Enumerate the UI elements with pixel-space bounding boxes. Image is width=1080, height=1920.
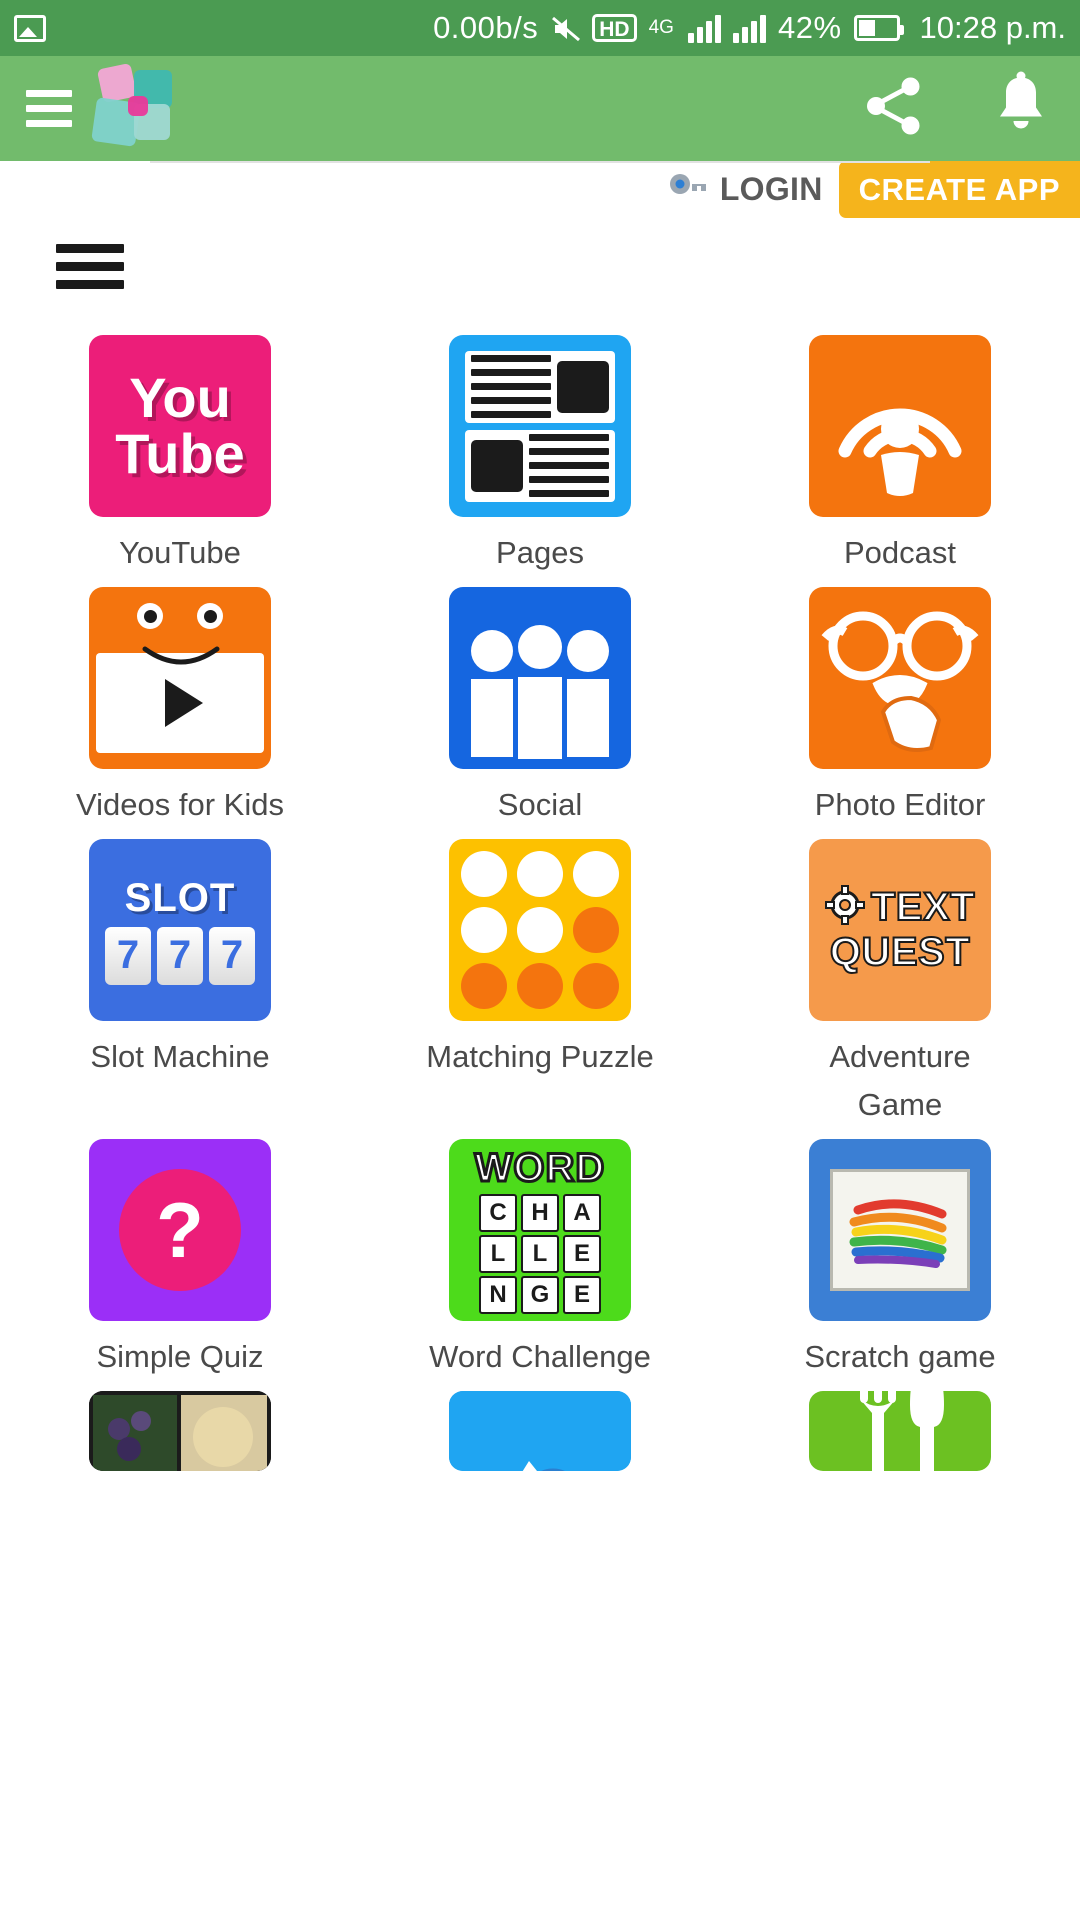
signal-icon-2 (732, 13, 766, 43)
matching-puzzle-tile-icon[interactable] (449, 839, 631, 1021)
letter-row-1: CHA (479, 1194, 601, 1232)
app-logo (91, 62, 190, 152)
youtube-tile-icon[interactable]: You Tube (89, 335, 271, 517)
app-bar (0, 56, 1080, 161)
scratch-canvas (830, 1169, 970, 1291)
grid-item-photo-editor[interactable]: Photo Editor (720, 587, 1080, 829)
grid-item-youtube[interactable]: You Tube YouTube (0, 335, 360, 577)
page-card-top (465, 350, 615, 423)
clock: 10:28 p.m. (919, 10, 1066, 45)
app-grid: You Tube YouTube Pages Podcast Videos fo… (0, 335, 1080, 1471)
grid-item-restaurant[interactable] (720, 1391, 1080, 1471)
grid-item-matching-puzzle[interactable]: Matching Puzzle (360, 839, 720, 1129)
word-title: WORD (473, 1145, 606, 1192)
create-app-button[interactable]: CREATE APP (838, 161, 1080, 218)
podcast-tile-icon[interactable] (809, 335, 991, 517)
grid-item-videos-for-kids[interactable]: Videos for Kids (0, 587, 360, 829)
share-icon[interactable] (858, 70, 930, 147)
status-bar-right: 0.00b/s HD 4G 42% 10:28 p.m. (433, 10, 1066, 46)
page-card-bottom (465, 429, 615, 502)
pages-tile-icon[interactable] (449, 335, 631, 517)
grid-item-social[interactable]: Social (360, 587, 720, 829)
network-speed: 0.00b/s (433, 10, 539, 45)
food-photos-tile-icon[interactable] (89, 1391, 271, 1471)
blue-camera-tile-icon[interactable] (449, 1391, 631, 1471)
status-bar-left (14, 14, 46, 42)
quest-word-1: TEXT (870, 884, 976, 930)
slot-machine-tile-icon[interactable]: SLOT 7 7 7 (89, 839, 271, 1021)
text-quest-tile-icon[interactable]: TEXT QUEST (809, 839, 991, 1021)
network-type-label: 4G (648, 17, 674, 38)
grid-item-scratch-game[interactable]: Scratch game (720, 1139, 1080, 1381)
grid-item-label: YouTube (119, 535, 241, 570)
grid-item-label: Videos for Kids (76, 787, 284, 822)
grid-item-food[interactable] (0, 1391, 360, 1471)
hd-icon: HD (592, 14, 637, 42)
grid-item-adventure-game[interactable]: TEXT QUEST Adventure Game (720, 839, 1080, 1129)
letter-row-2: LLE (479, 1235, 601, 1273)
grid-item-label: Podcast (843, 535, 956, 570)
grid-item-blue[interactable] (360, 1391, 720, 1471)
battery-percent: 42% (777, 10, 842, 45)
grid-item-word-challenge[interactable]: WORD CHA LLE NGE Word Challenge (360, 1139, 720, 1381)
slot-reel: 7 (105, 926, 151, 985)
simple-quiz-tile-icon[interactable]: ? (89, 1139, 271, 1321)
quest-word-2: QUEST (829, 929, 971, 975)
app-bar-actions (858, 70, 1054, 147)
puzzle-grid (461, 851, 619, 1009)
photo-editor-tile-icon[interactable] (809, 587, 991, 769)
grid-item-label: Slot Machine (90, 1039, 270, 1074)
grid-item-label: Photo Editor (814, 787, 986, 822)
slot-reels: 7 7 7 (105, 926, 255, 985)
status-bar: 0.00b/s HD 4G 42% 10:28 p.m. (0, 0, 1080, 56)
grid-item-simple-quiz[interactable]: ? Simple Quiz (0, 1139, 360, 1381)
youtube-text-top: You (129, 366, 231, 429)
grid-item-label: Social (497, 787, 583, 822)
header-divider (150, 161, 930, 163)
scratch-game-tile-icon[interactable] (809, 1139, 991, 1321)
login-group[interactable]: LOGIN (668, 161, 839, 218)
gear-icon (824, 885, 865, 930)
word-challenge-tile-icon[interactable]: WORD CHA LLE NGE (449, 1139, 631, 1321)
web-header: LOGIN CREATE APP (0, 161, 1080, 218)
letter-row-3: NGE (479, 1276, 601, 1314)
grid-item-podcast[interactable]: Podcast (720, 335, 1080, 577)
grid-item-pages[interactable]: Pages (360, 335, 720, 577)
image-icon (14, 14, 46, 42)
signal-icon-1 (687, 13, 721, 43)
slot-word: SLOT (124, 875, 236, 920)
login-button[interactable]: LOGIN (720, 171, 823, 208)
mute-icon (550, 13, 581, 43)
social-tile-icon[interactable] (449, 587, 631, 769)
slot-reel: 7 (209, 926, 255, 985)
restaurant-tile-icon[interactable] (809, 1391, 991, 1471)
battery-icon (853, 15, 904, 41)
page-hamburger-icon[interactable] (56, 244, 124, 289)
smiley-face-icon (89, 603, 271, 629)
grid-item-label: Matching Puzzle (426, 1039, 654, 1074)
slot-reel: 7 (157, 926, 203, 985)
grid-item-label: Simple Quiz (96, 1339, 264, 1374)
notification-bell-icon[interactable] (988, 70, 1054, 147)
grid-item-label: Word Challenge (429, 1339, 651, 1374)
question-mark-icon: ? (119, 1169, 241, 1291)
grid-item-slot-machine[interactable]: SLOT 7 7 7 Slot Machine (0, 839, 360, 1129)
key-icon (668, 169, 708, 210)
youtube-text-bottom: Tube (115, 422, 245, 485)
page-content: You Tube YouTube Pages Podcast Videos fo… (0, 244, 1080, 1471)
hamburger-icon[interactable] (26, 82, 72, 135)
grid-item-label: Adventure Game (829, 1039, 971, 1122)
grid-item-label: Scratch game (804, 1339, 996, 1374)
grid-item-label: Pages (496, 535, 584, 570)
videos-for-kids-tile-icon[interactable] (89, 587, 271, 769)
